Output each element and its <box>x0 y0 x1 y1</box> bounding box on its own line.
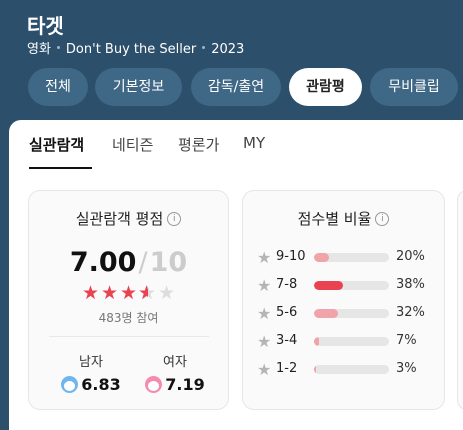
female-label: 여자 <box>163 355 187 370</box>
star-icon: ★ <box>257 332 272 351</box>
movie-header: 타겟 영화 Don't Buy the Seller 2023 전체 기본정보 감독… <box>0 0 463 120</box>
score-range-label: 1-2 <box>276 361 298 376</box>
subtab-my[interactable]: MY <box>243 134 265 152</box>
ratio-percent: 32% <box>396 305 425 320</box>
distribution-card-title-text: 점수별 비율 <box>297 210 372 228</box>
score-range-label: 5-6 <box>276 305 298 320</box>
movie-meta: 영화 Don't Buy the Seller 2023 <box>27 38 244 57</box>
distribution-row: ★ 7-8 38% <box>257 276 437 295</box>
tab-reviews[interactable]: 관람평 <box>289 68 362 106</box>
movie-title: 타겟 <box>27 14 64 38</box>
star-icon: ★ <box>257 360 272 379</box>
rating-card-title-text: 실관람객 평점 <box>75 210 164 228</box>
ratio-percent: 7% <box>396 333 417 348</box>
subtab-critic[interactable]: 평론가 <box>178 134 219 155</box>
active-subtab-indicator <box>29 167 92 169</box>
female-score: 7.19 <box>165 375 205 394</box>
star-rating: ★ ★ ★ ★ ★ <box>29 282 228 304</box>
ratio-bar-track <box>314 337 389 346</box>
ratio-percent: 20% <box>396 249 425 264</box>
average-score: 7.00 <box>69 247 137 278</box>
subtab-audience[interactable]: 실관람객 <box>29 134 84 155</box>
score-range-label: 7-8 <box>276 277 298 292</box>
star-icon: ★ <box>100 282 119 304</box>
ratio-bar-fill <box>314 281 343 290</box>
star-icon: ★ <box>157 282 176 304</box>
star-icon: ★ <box>81 282 100 304</box>
next-card-peek <box>457 190 463 410</box>
tab-movie-clips[interactable]: 무비클립 <box>370 68 458 106</box>
tab-basic-info[interactable]: 기본정보 <box>95 68 182 106</box>
meta-type: 영화 <box>27 42 51 57</box>
divider <box>49 336 209 337</box>
female-rating: 여자 7.19 <box>135 351 215 394</box>
male-label: 남자 <box>79 355 103 370</box>
ratio-bar-track <box>314 309 389 318</box>
tab-director-cast[interactable]: 감독/출연 <box>191 68 281 106</box>
rating-card-title: 실관람객 평점 i <box>29 208 228 229</box>
participant-count: 483명 참여 <box>98 311 159 325</box>
audience-rating-card: 실관람객 평점i 7.00/10 ★★★★★ 483명 참여 남자 6.83 여… <box>28 190 229 410</box>
male-score-row: 6.83 <box>51 374 131 394</box>
distribution-row: ★ 5-6 32% <box>257 304 437 323</box>
distribution-row: ★ 9-10 20% <box>257 248 437 267</box>
male-score: 6.83 <box>81 375 121 394</box>
female-face-icon <box>145 376 163 393</box>
ratio-bar-track <box>314 281 389 290</box>
star-icon: ★ <box>257 248 272 267</box>
ratio-bar-fill <box>314 253 329 262</box>
tab-all[interactable]: 전체 <box>28 68 88 106</box>
star-icon: ★ <box>138 282 157 304</box>
ratio-percent: 38% <box>396 277 425 292</box>
ratio-percent: 3% <box>396 361 417 376</box>
ratio-bar-fill <box>314 309 338 318</box>
meta-separator <box>202 46 206 49</box>
score-separator: / <box>138 247 148 278</box>
star-icon: ★ <box>257 304 272 323</box>
star-icon: ★ <box>119 282 138 304</box>
star-icon: ★ <box>257 276 272 295</box>
score-distribution-card: 점수별 비율 i ★ 9-10 20% ★ 7-8 38% ★ 5-6 32% ★ 3-4 7% ★ 1-2… <box>242 190 445 410</box>
ratio-bar-track <box>314 253 389 262</box>
distribution-row: ★ 1-2 3% <box>257 360 437 379</box>
info-icon[interactable]: i <box>167 211 182 226</box>
meta-original-title: Don't Buy the Seller <box>65 42 197 57</box>
male-face-icon <box>61 376 79 393</box>
ratio-bar-track <box>314 365 389 374</box>
ratio-bar-fill <box>314 337 320 346</box>
meta-year: 2023 <box>211 42 245 57</box>
ratio-bar-fill <box>314 365 317 374</box>
distribution-row: ★ 3-4 7% <box>257 332 437 351</box>
male-rating: 남자 6.83 <box>51 351 131 394</box>
female-score-row: 7.19 <box>135 374 215 394</box>
distribution-card-title: 점수별 비율 i <box>243 208 444 229</box>
meta-separator <box>56 46 60 49</box>
subtab-netizen[interactable]: 네티즌 <box>112 134 153 155</box>
info-icon[interactable]: i <box>375 211 390 226</box>
score-range-label: 9-10 <box>276 249 306 264</box>
score-line: 7.00/10 <box>29 247 228 278</box>
max-score: 10 <box>149 247 188 278</box>
score-range-label: 3-4 <box>276 333 298 348</box>
